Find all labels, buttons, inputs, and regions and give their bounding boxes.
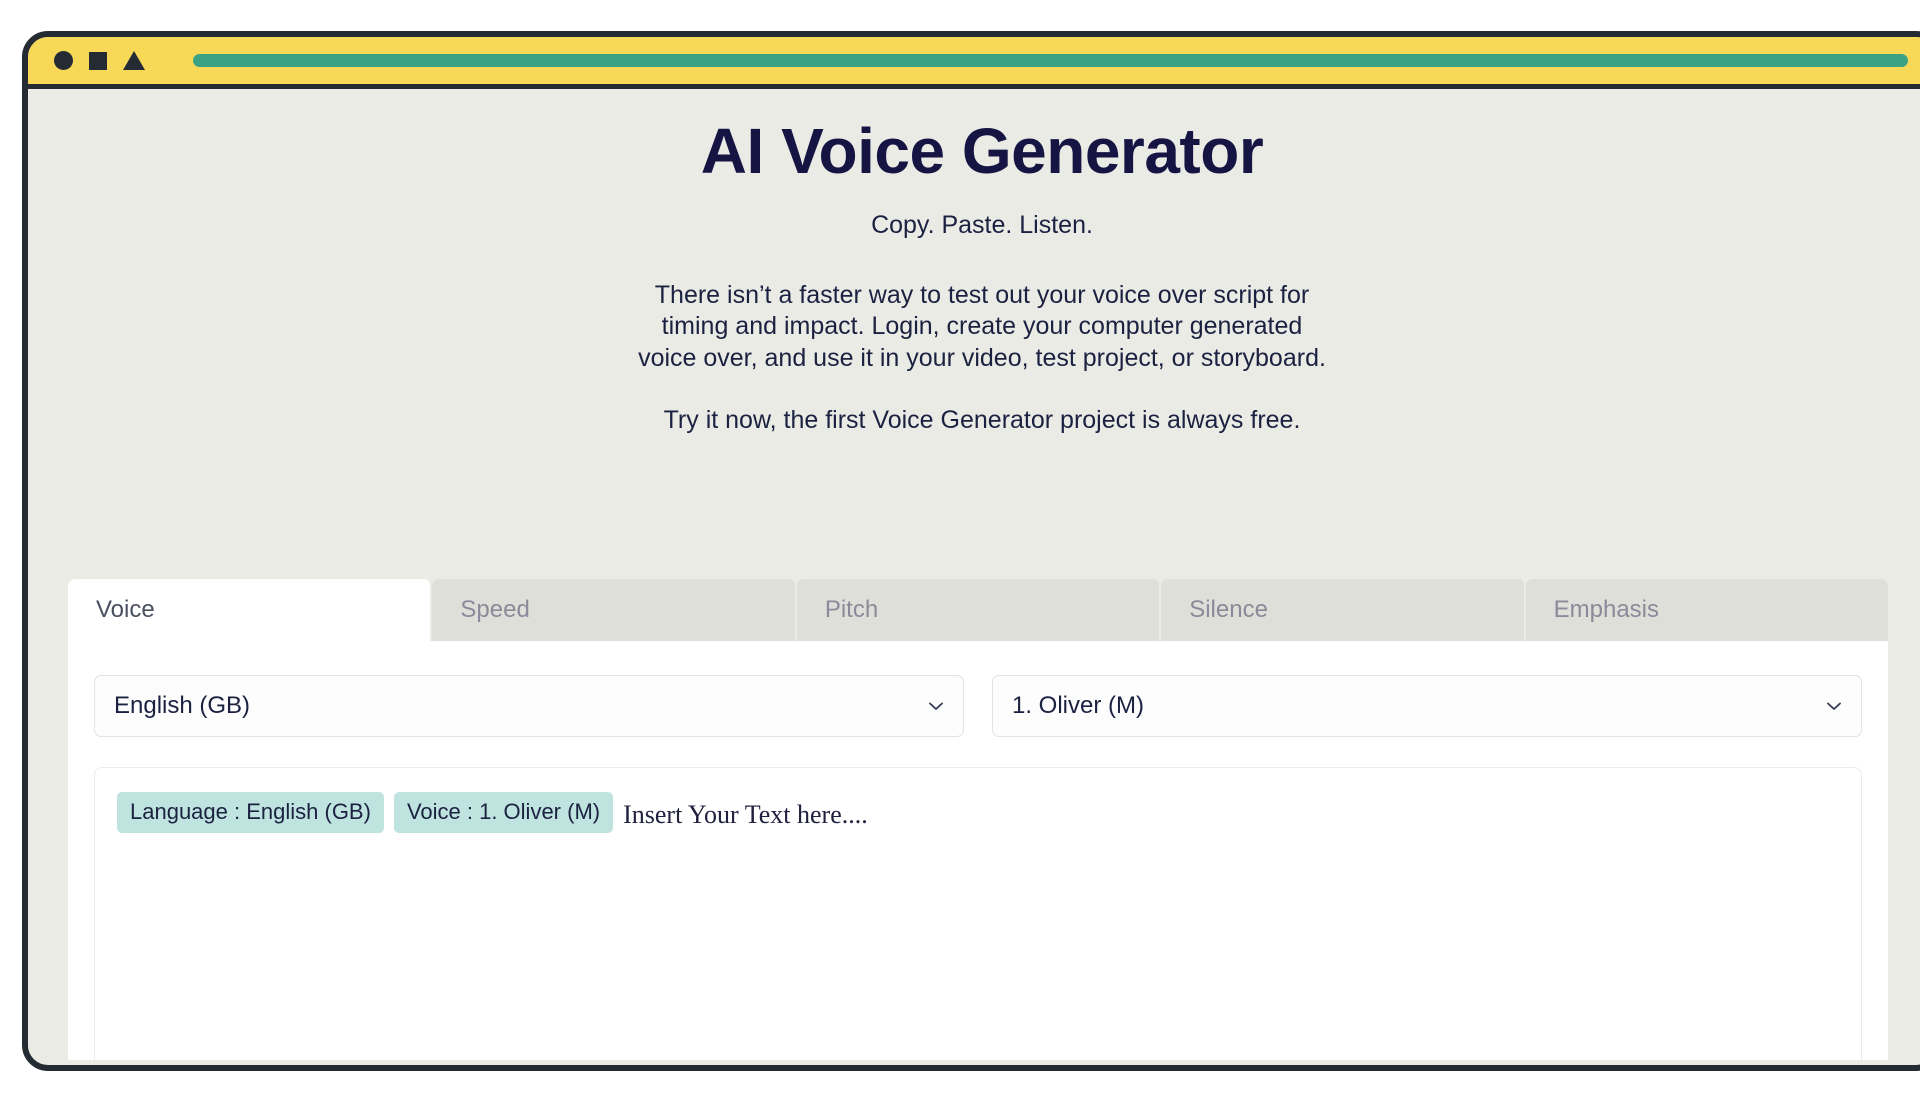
tab-panel-voice: English (GB) 1. Oliver (M) Language: En…: [68, 641, 1888, 1060]
square-icon[interactable]: [89, 51, 107, 70]
page-content: AI Voice Generator Copy. Paste. Listen. …: [28, 89, 1920, 1060]
tab-silence[interactable]: Silence: [1161, 579, 1526, 641]
selector-row: English (GB) 1. Oliver (M): [94, 675, 1862, 737]
hero-paragraph-2: Try it now, the first Voice Generator pr…: [663, 406, 1301, 435]
language-select-value: English (GB): [114, 692, 251, 719]
window-controls: [54, 51, 145, 70]
tab-bar: Voice Speed Pitch Silence Emphasis: [68, 579, 1889, 641]
circle-icon[interactable]: [54, 51, 73, 70]
hero-section: AI Voice Generator Copy. Paste. Listen. …: [28, 89, 1920, 437]
tab-voice[interactable]: Voice: [68, 579, 433, 641]
chip-language[interactable]: Language : English (GB): [117, 792, 384, 834]
voice-select-value: 1. Oliver (M): [1012, 692, 1144, 719]
settings-panel: Voice Speed Pitch Silence Emphasis Engli…: [68, 579, 1920, 1060]
hero-paragraph-1: There isn’t a faster way to test out you…: [638, 280, 1326, 372]
chip-voice[interactable]: Voice : 1. Oliver (M): [393, 792, 614, 834]
triangle-icon[interactable]: [123, 51, 145, 70]
browser-title-bar: [28, 37, 1920, 89]
tab-speed[interactable]: Speed: [432, 579, 797, 641]
address-bar[interactable]: [193, 54, 1908, 67]
chevron-down-icon: [929, 699, 943, 713]
editor-placeholder: Insert Your Text here....: [623, 800, 868, 829]
page-title: AI Voice Generator: [700, 115, 1264, 187]
language-select[interactable]: English (GB): [94, 675, 964, 737]
voice-select[interactable]: 1. Oliver (M): [992, 675, 1862, 737]
chevron-down-icon: [1827, 699, 1841, 713]
tab-pitch[interactable]: Pitch: [796, 579, 1162, 641]
tab-emphasis[interactable]: Emphasis: [1525, 579, 1889, 641]
browser-window: AI Voice Generator Copy. Paste. Listen. …: [22, 31, 1920, 1071]
hero-tagline: Copy. Paste. Listen.: [871, 210, 1093, 239]
text-editor[interactable]: Language : English (GB) Voice : 1. Olive…: [94, 767, 1862, 1060]
